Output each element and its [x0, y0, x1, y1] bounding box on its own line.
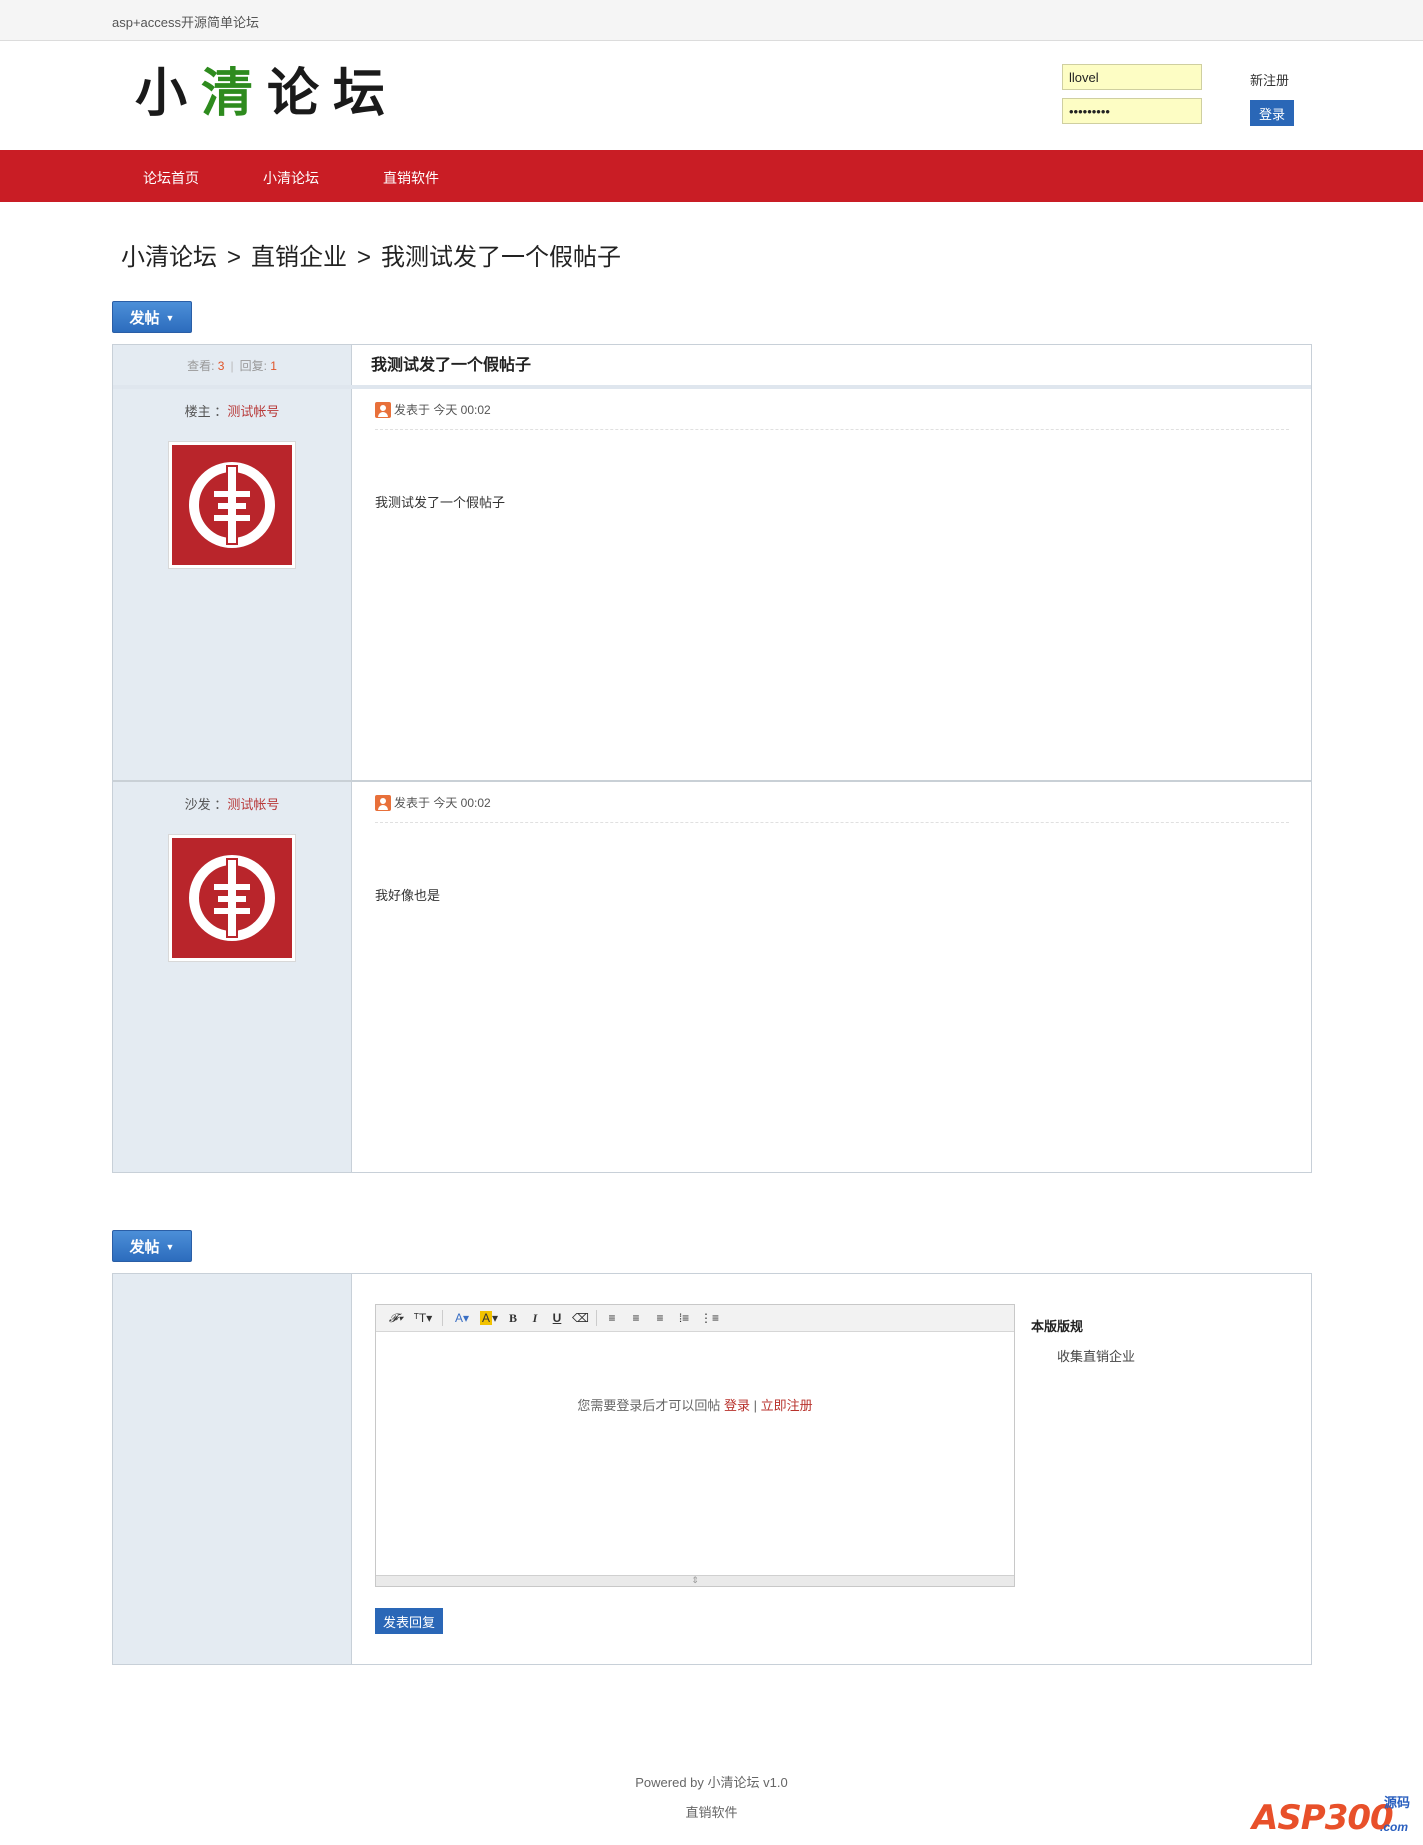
- replies-count: 1: [270, 359, 277, 373]
- post-role: 沙发: [184, 797, 211, 812]
- align-center-icon[interactable]: ≡: [628, 1309, 644, 1327]
- watermark-tag: 源码: [1384, 1795, 1411, 1810]
- post-separator: [113, 780, 1311, 782]
- breadcrumb-thread: 我测试发了一个假帖子: [381, 244, 622, 271]
- watermark-domain: .com: [1380, 1820, 1409, 1834]
- footer-powered: Powered by 小清论坛 v1.0: [635, 1775, 788, 1790]
- editor-toolbar: 𝓕▾ ᵀT▾ A▾ A ▾ B I U ⌫ ≡ ≡ ≡ ⁞≡ ⋮≡: [376, 1305, 1014, 1332]
- breadcrumb-separator: >: [357, 244, 372, 271]
- login-button[interactable]: 登录: [1250, 100, 1294, 126]
- new-post-button[interactable]: 发帖 ▼: [112, 301, 192, 333]
- avatar-emblem-icon: [189, 855, 275, 941]
- font-color-icon[interactable]: A▾: [452, 1309, 472, 1327]
- logo-char-3: 论坛: [267, 63, 400, 124]
- highlight-color-icon[interactable]: A ▾: [478, 1309, 500, 1327]
- thread-stats: 查看: 3 | 回复: 1: [187, 359, 277, 373]
- replies-label: 回复:: [239, 359, 267, 373]
- watermark-text: ASP300: [1252, 1798, 1394, 1838]
- author-name[interactable]: 测试帐号: [227, 404, 279, 419]
- author-name[interactable]: 测试帐号: [227, 797, 279, 812]
- thread-title: 我测试发了一个假帖子: [371, 357, 532, 374]
- caret-down-icon: ▼: [165, 1241, 175, 1252]
- new-post-label: 发帖: [129, 309, 160, 327]
- caret-down-icon: ▼: [165, 312, 175, 323]
- forum-logo[interactable]: 小清论坛: [135, 64, 399, 124]
- notice-login-link[interactable]: 登录: [724, 1398, 750, 1413]
- logo-char-1: 小: [135, 63, 202, 124]
- font-size-icon[interactable]: ᵀT▾: [412, 1309, 434, 1327]
- align-left-icon[interactable]: ≡: [604, 1309, 620, 1327]
- board-rules-text: 收集直销企业: [1057, 1349, 1136, 1364]
- author-line: 沙发 ：测试帐号: [184, 797, 280, 812]
- site-name: asp+access开源简单论坛: [112, 15, 260, 30]
- submit-reply-button[interactable]: 发表回复: [375, 1608, 443, 1634]
- post-divider: [375, 429, 1289, 430]
- footer-link[interactable]: 直销软件: [0, 1802, 1423, 1821]
- views-count: 3: [217, 359, 225, 373]
- user-icon: [375, 795, 391, 811]
- author-line: 楼主 ：测试帐号: [184, 404, 280, 419]
- board-rules-title: 本版版规: [1031, 1319, 1084, 1334]
- nav-item-home[interactable]: 论坛首页: [143, 168, 199, 188]
- main-nav: 论坛首页 小清论坛 直销软件: [0, 150, 1423, 202]
- resize-handle-icon[interactable]: ⇕: [376, 1575, 1014, 1586]
- post-role: 楼主: [184, 404, 211, 419]
- thread-panel: 查看: 3 | 回复: 1 我测试发了一个假帖子 楼主 ：测试帐号 发表于 今天 0…: [112, 344, 1312, 1173]
- views-label: 查看:: [187, 359, 215, 373]
- avatar[interactable]: [168, 441, 296, 569]
- unordered-list-icon[interactable]: ⋮≡: [700, 1309, 719, 1327]
- nav-item-software[interactable]: 直销软件: [383, 168, 439, 188]
- bold-icon[interactable]: B: [506, 1309, 520, 1327]
- post-divider: [375, 822, 1289, 823]
- nav-item-forum[interactable]: 小清论坛: [263, 168, 319, 188]
- reply-editor[interactable]: 𝓕▾ ᵀT▾ A▾ A ▾ B I U ⌫ ≡ ≡ ≡ ⁞≡ ⋮≡ 您需要登录后才…: [375, 1304, 1015, 1587]
- eraser-icon[interactable]: ⌫: [572, 1309, 589, 1327]
- register-link[interactable]: 新注册: [1250, 70, 1289, 89]
- post-meta: 发表于 今天 00:02: [375, 794, 491, 811]
- post-content: 我测试发了一个假帖子: [375, 495, 506, 510]
- breadcrumb-forum[interactable]: 小清论坛: [121, 244, 217, 271]
- reply-panel: 𝓕▾ ᵀT▾ A▾ A ▾ B I U ⌫ ≡ ≡ ≡ ⁞≡ ⋮≡ 您需要登录后才…: [112, 1273, 1312, 1665]
- logo-char-2: 清: [201, 63, 268, 124]
- notice-register-link[interactable]: 立即注册: [761, 1398, 813, 1413]
- italic-icon[interactable]: I: [528, 1309, 542, 1327]
- header-divider: [113, 385, 1311, 389]
- watermark-logo: ASP300 源码 .com: [1252, 1790, 1418, 1840]
- password-input[interactable]: [1062, 98, 1202, 124]
- breadcrumb: 小清论坛 > 直销企业 > 我测试发了一个假帖子: [121, 237, 621, 272]
- avatar-emblem-icon: [189, 462, 275, 548]
- reply-left-column: [113, 1274, 352, 1664]
- avatar[interactable]: [168, 834, 296, 962]
- top-bar: asp+access开源简单论坛: [0, 0, 1423, 41]
- username-input[interactable]: [1062, 64, 1202, 90]
- breadcrumb-board[interactable]: 直销企业: [251, 244, 347, 271]
- underline-icon[interactable]: U: [550, 1309, 564, 1327]
- new-post-button[interactable]: 发帖 ▼: [112, 1230, 192, 1262]
- user-icon: [375, 402, 391, 418]
- post-meta: 发表于 今天 00:02: [375, 401, 491, 418]
- align-right-icon[interactable]: ≡: [652, 1309, 668, 1327]
- post-content: 我好像也是: [375, 888, 441, 903]
- breadcrumb-separator: >: [227, 244, 242, 271]
- login-notice: 您需要登录后才可以回帖 登录 | 立即注册: [577, 1398, 813, 1413]
- font-family-icon[interactable]: 𝓕▾: [386, 1309, 406, 1327]
- ordered-list-icon[interactable]: ⁞≡: [676, 1309, 692, 1327]
- new-post-label: 发帖: [129, 1238, 160, 1256]
